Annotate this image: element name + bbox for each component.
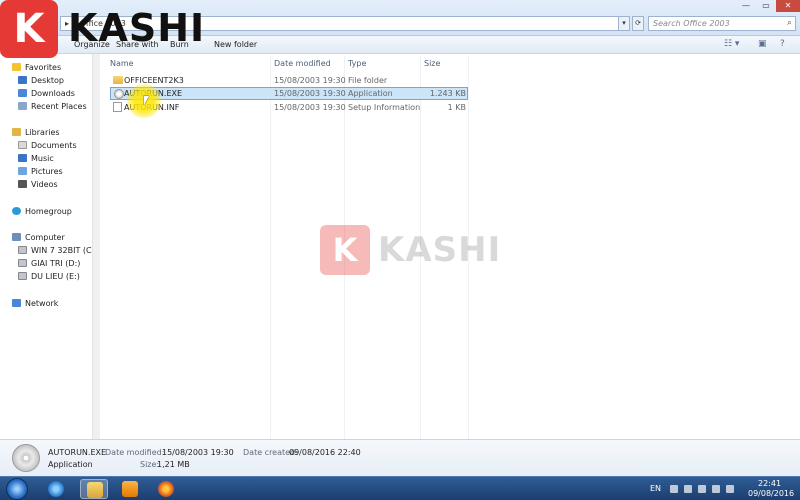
sidebar-item-libraries[interactable]: Libraries [12,128,60,137]
file-date: 15/08/2003 19:30 [274,103,346,112]
sidebar-item-drive-e[interactable]: DU LIEU (E:) [18,272,80,281]
new-folder-button[interactable]: New folder [214,40,257,49]
videos-icon [18,180,27,188]
details-file-name: AUTORUN.EXE [48,448,107,457]
file-size: 1 KB [447,103,466,112]
address-dropdown-icon[interactable]: ▾ [618,16,630,31]
media-player-icon [122,481,138,497]
sidebar-item-pictures[interactable]: Pictures [18,167,63,176]
drive-icon [18,272,27,280]
file-date: 15/08/2003 19:30 [274,76,346,85]
taskbar-explorer[interactable] [80,479,108,499]
tray-chevron-icon[interactable] [670,485,678,493]
drive-icon [18,259,27,267]
column-divider [270,56,271,476]
watermark-logo-icon: K [320,225,370,275]
sidebar-item-videos[interactable]: Videos [18,180,58,189]
file-name: OFFICEENT2K3 [124,76,184,85]
details-size: 1,21 MB [157,460,190,469]
taskbar: EN 22:41 09/08/2016 [0,476,800,500]
sidebar-scrollbar[interactable] [92,54,100,439]
column-header-name[interactable]: Name [110,59,134,68]
maximize-icon[interactable]: ▭ [756,0,776,12]
details-file-type: Application [48,460,93,469]
pictures-icon [18,167,27,175]
file-row[interactable]: AUTORUN.INF 15/08/2003 19:30 Setup Infor… [110,101,468,114]
sidebar-item-favorites[interactable]: Favorites [12,63,61,72]
close-icon[interactable]: ✕ [776,0,800,12]
firefox-icon [158,481,174,497]
setup-info-icon [113,102,122,112]
search-input[interactable]: Search Office 2003 ⌕ [648,16,796,31]
file-size: 1.243 KB [429,89,466,98]
sidebar-item-computer[interactable]: Computer [12,233,65,242]
taskbar-firefox[interactable] [152,479,180,499]
column-header-size[interactable]: Size [424,59,440,68]
watermark-text: KASHI [378,230,502,270]
speaker-tray-icon[interactable] [712,485,720,493]
details-pane: AUTORUN.EXE Application Date modified: 1… [0,439,800,476]
kashi-logo-icon: K [0,0,58,58]
file-date: 15/08/2003 19:30 [274,89,346,98]
clock-time[interactable]: 22:41 [758,479,781,488]
documents-icon [18,141,27,149]
sidebar-item-desktop[interactable]: Desktop [18,76,64,85]
recent-places-icon [18,102,27,110]
network-tray-icon[interactable] [698,485,706,493]
tray-app-icon[interactable] [684,485,692,493]
downloads-icon [18,89,27,97]
application-icon [114,89,124,99]
column-header-type[interactable]: Type [348,59,366,68]
sidebar-item-recent-places[interactable]: Recent Places [18,102,87,111]
libraries-icon [12,128,21,136]
help-icon[interactable]: ? [780,39,785,49]
minimize-icon[interactable]: — [736,0,756,12]
sidebar-item-downloads[interactable]: Downloads [18,89,75,98]
language-indicator[interactable]: EN [650,484,661,493]
view-options-icon[interactable]: ☷ ▾ [724,39,739,49]
star-icon [12,63,21,71]
column-header-date-modified[interactable]: Date modified [274,59,331,68]
file-row-selected[interactable]: AUTORUN.EXE 15/08/2003 19:30 Application… [110,87,468,100]
homegroup-icon [12,207,21,215]
navigation-pane: Favorites Desktop Downloads Recent Place… [0,54,100,439]
refresh-icon[interactable]: ⟳ [632,16,644,31]
taskbar-ie[interactable] [42,479,70,499]
kashi-logo-text: KASHI [68,6,206,50]
network-icon [12,299,21,307]
file-type: Application [348,89,393,98]
mouse-cursor-icon [144,96,149,105]
desktop-icon [18,76,27,84]
search-icon: ⌕ [786,18,792,28]
drive-icon [18,246,27,254]
details-date-modified: 15/08/2003 19:30 [162,448,234,457]
computer-icon [12,233,21,241]
sidebar-item-homegroup[interactable]: Homegroup [12,207,72,216]
search-placeholder: Search Office 2003 [653,19,730,28]
sidebar-item-network[interactable]: Network [12,299,58,308]
details-date-modified-label: Date modified: [105,448,165,457]
application-large-icon [12,444,40,472]
sidebar-item-drive-d[interactable]: GIAI TRI (D:) [18,259,80,268]
music-icon [18,154,27,162]
folder-icon [113,76,123,84]
flag-tray-icon[interactable] [726,485,734,493]
sidebar-item-documents[interactable]: Documents [18,141,77,150]
sidebar-item-drive-c[interactable]: WIN 7 32BIT (C:) [18,246,97,255]
taskbar-media-player[interactable] [116,479,144,499]
sidebar-item-music[interactable]: Music [18,154,54,163]
details-date-created: 09/08/2016 22:40 [289,448,361,457]
internet-explorer-icon [48,481,64,497]
start-button-icon[interactable] [6,478,28,500]
file-row[interactable]: OFFICEENT2K3 15/08/2003 19:30 File folde… [110,74,468,87]
file-type: File folder [348,76,388,85]
file-type: Setup Information [348,103,421,112]
folder-icon [87,482,103,498]
clock-date[interactable]: 09/08/2016 [748,489,794,498]
preview-pane-icon[interactable]: ▣ [758,39,767,49]
